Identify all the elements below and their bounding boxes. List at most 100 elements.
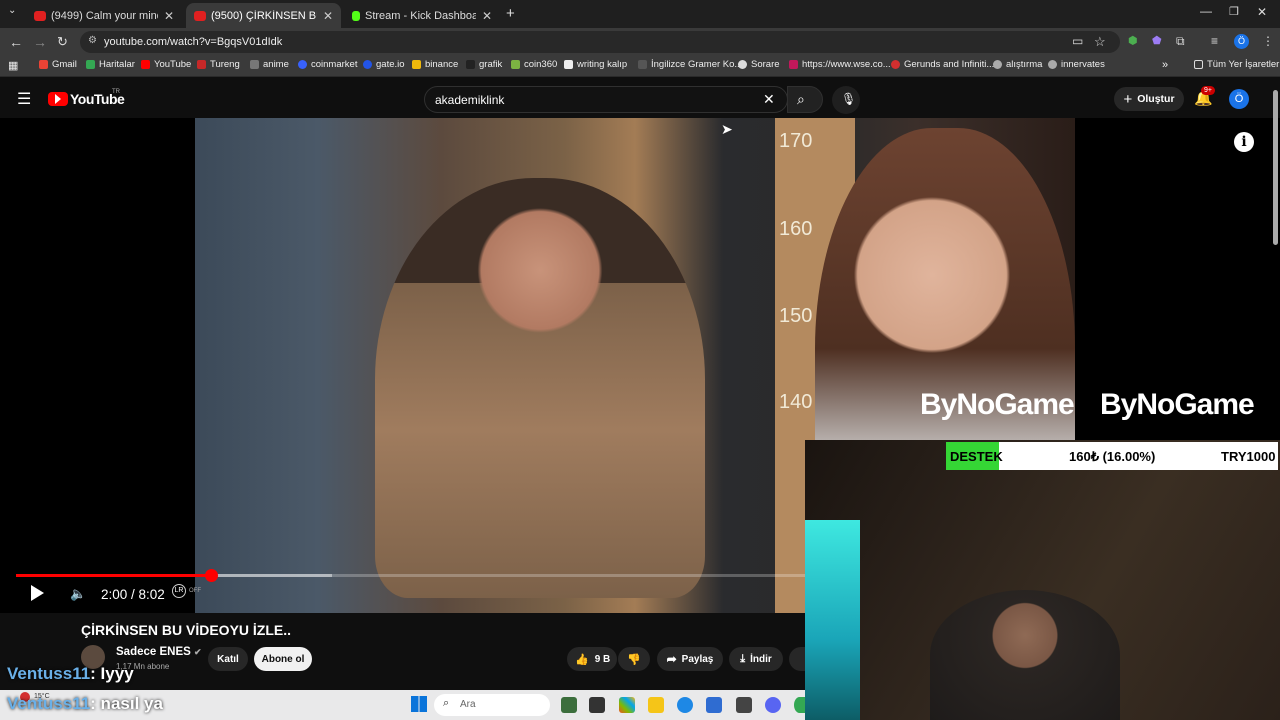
webcam-pc-light [805,520,860,720]
account-avatar[interactable]: Ö [1229,89,1249,109]
apps-grid-icon[interactable]: ▦ [8,59,18,72]
file-explorer-icon[interactable] [648,697,664,713]
chat-text: : Iyyy [90,664,134,683]
hamburger-menu-icon[interactable]: ☰ [17,89,31,109]
tab-2[interactable]: (9500) ÇİRKİNSEN BU VİDEOYU ✕ [186,3,341,28]
video-info-icon[interactable]: i [1234,132,1254,152]
notification-badge: 9+ [1201,86,1215,95]
extensions-puzzle-icon[interactable]: ⧉ [1176,34,1185,49]
minimize-icon[interactable]: — [1200,4,1212,18]
widgets-icon[interactable] [561,697,577,713]
discord-icon[interactable] [765,697,781,713]
task-view-icon[interactable] [589,697,605,713]
site-info-icon[interactable]: ⚙ [88,35,97,46]
close-window-icon[interactable]: ✕ [1257,5,1267,19]
browser-menu-icon[interactable]: ⋮ [1262,34,1274,48]
page-scrollbar[interactable] [1273,90,1278,245]
thumbs-up-icon: 👍 [575,653,589,666]
volume-icon[interactable]: 🔈 [70,586,86,602]
cast-icon[interactable]: ▭ [1072,34,1083,48]
bookmark-writing-kalip[interactable]: writing kalıp [564,59,627,70]
edge-icon[interactable] [677,697,693,713]
profile-avatar[interactable]: Ö [1234,34,1249,49]
play-icon[interactable] [31,585,44,601]
copilot-icon[interactable] [619,697,635,713]
search-input[interactable]: akademiklink ✕ [424,86,788,113]
bookmark-binance[interactable]: binance [412,59,458,70]
store-icon[interactable] [706,697,722,713]
join-button[interactable]: Katıl [208,647,248,671]
clear-search-icon[interactable]: ✕ [763,91,775,108]
bookmark-wse[interactable]: https://www.wse.co... [789,59,891,70]
search-button[interactable]: ⌕ [787,86,823,113]
mouse-cursor-icon: ➤ [721,121,733,137]
new-tab-button[interactable]: + [506,5,515,22]
progress-played [16,574,213,577]
close-tab-icon[interactable]: ✕ [164,9,174,23]
progress-buffered [212,574,333,577]
media-control-icon[interactable]: ≡ [1211,34,1218,48]
ruler-mark: 160 [779,218,813,240]
chrome-icon[interactable] [794,697,805,713]
forward-icon[interactable]: → [33,34,47,50]
more-bookmarks-icon[interactable]: » [1162,59,1168,71]
close-tab-icon[interactable]: ✕ [323,9,333,23]
bookmark-haritalar[interactable]: Haritalar [86,59,135,70]
bookmark-star-icon[interactable]: ☆ [1094,34,1106,50]
coin360-icon [511,60,520,69]
folder-icon [1194,60,1203,69]
bookmark-grafik[interactable]: grafik [466,59,502,70]
play-triangle-icon [55,94,61,104]
binance-icon [412,60,421,69]
subscribe-button[interactable]: Abone ol [254,647,312,671]
bookmark-coinmarket[interactable]: coinmarket [298,59,357,70]
grammar-icon [638,60,647,69]
writing-icon [564,60,573,69]
bookmark-gateio[interactable]: gate.io [363,59,405,70]
chat-message: Ventuss11: Iyyy [7,664,134,684]
bynogame-logo: ByNoGame [1100,388,1255,421]
extension-icon[interactable]: ⬟ [1152,34,1162,47]
bookmark-anime[interactable]: anime [250,59,289,70]
tab-1[interactable]: (9499) Calm your mind, travele ✕ [26,3,182,28]
download-button[interactable]: ⤓ İndir [729,647,783,671]
back-icon[interactable]: ← [9,34,23,50]
browser-tab-bar: ⌄ (9499) Calm your mind, travele ✕ (9500… [0,0,1280,28]
bookmark-innervates[interactable]: innervates [1048,59,1105,70]
voice-search-button[interactable]: 🎙 [832,86,860,114]
calculator-icon[interactable] [736,697,752,713]
url-input[interactable]: ⚙ youtube.com/watch?v=BgqsV01dIdk [80,31,1120,53]
tab-3[interactable]: Stream - Kick Dashboard ✕ [344,3,500,28]
bookmark-coin360[interactable]: coin360 [511,59,557,70]
bookmark-tureng[interactable]: Tureng [197,59,240,70]
search-value: akademiklink [435,93,505,107]
maximize-icon[interactable]: ❐ [1229,5,1239,18]
bookmark-gerunds[interactable]: Gerunds and Infiniti... [891,59,994,70]
language-reactor-icon[interactable]: LR [172,584,186,598]
bookmark-youtube[interactable]: YouTube [141,59,191,70]
tab-search-icon[interactable]: ⌄ [8,5,16,16]
more-actions-button[interactable] [789,647,805,671]
share-button[interactable]: ➦ Paylaş [657,647,723,671]
all-bookmarks-folder[interactable]: Tüm Yer İşaretleri [1194,59,1280,70]
close-tab-icon[interactable]: ✕ [482,9,492,23]
channel-name[interactable]: Sadece ENES ✔ [116,646,202,658]
dislike-button[interactable]: 👎 [618,647,650,671]
tradingview-icon [466,60,475,69]
create-button[interactable]: + Oluştur [1114,87,1184,111]
thumbs-down-icon: 👎 [627,653,641,666]
bookmark-ingilizce-gramer[interactable]: İngilizce Gramer Ko... [638,59,742,70]
bookmark-alistirma[interactable]: alıştırma [993,59,1042,70]
like-button[interactable]: 👍 9 B [567,647,617,671]
subtitle-toggle-state[interactable]: OFF [189,588,201,594]
windows-start-icon[interactable] [411,696,427,712]
bookmark-gmail[interactable]: Gmail [39,59,77,70]
extension-shield-icon[interactable]: ⬢ [1128,34,1138,47]
taskbar-search[interactable]: ⌕ Ara [434,694,550,716]
bookmark-sorare[interactable]: Sorare [738,59,780,70]
bynogame-logo: ByNoGame [920,388,1075,421]
reload-icon[interactable]: ↻ [57,34,68,50]
chat-username: Ventuss11 [7,694,91,713]
region-code: TR [112,89,120,95]
globe-icon [1048,60,1057,69]
